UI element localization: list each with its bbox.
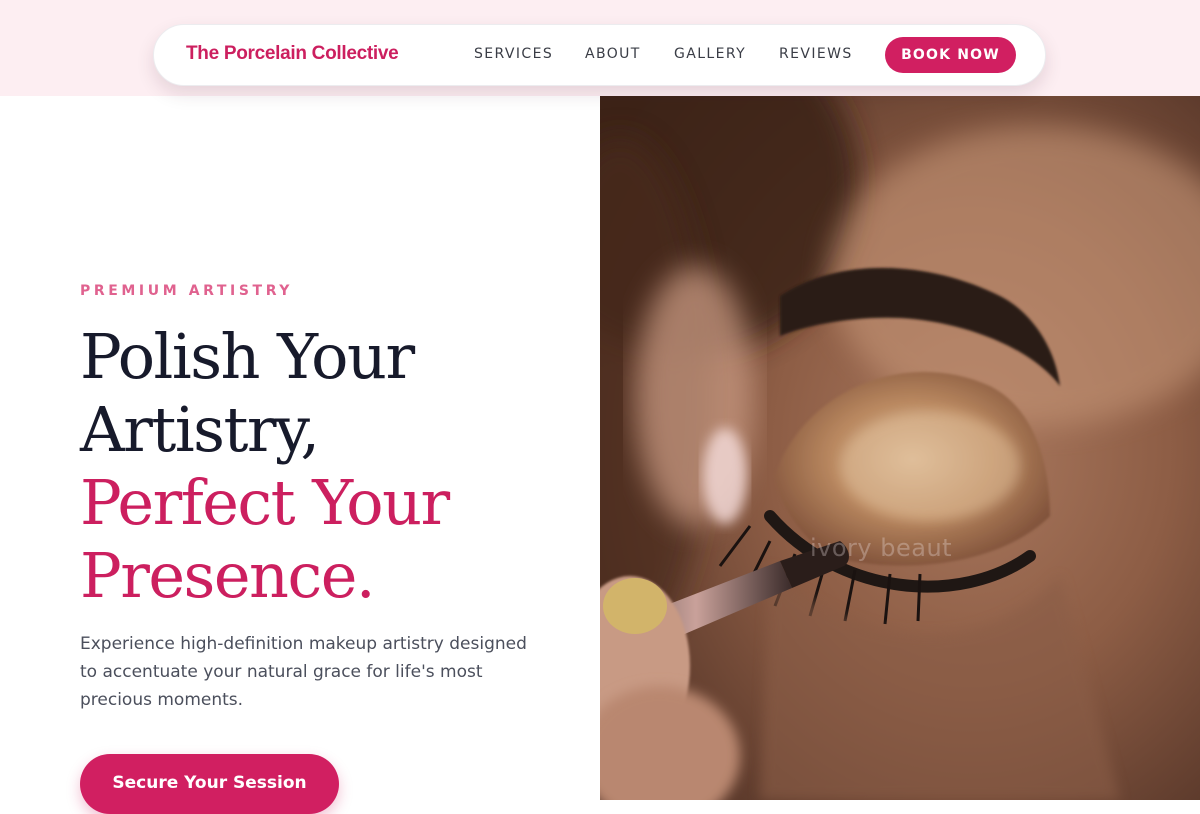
book-now-button[interactable]: BOOK NOW [885,37,1016,73]
top-navigation-bar: The Porcelain Collective SERVICES ABOUT … [153,24,1046,86]
hero-makeup-photo: ivory beaut [600,96,1200,800]
nav-link-reviews[interactable]: REVIEWS [779,46,853,62]
gold-fingernail [603,578,667,634]
shimmer-highlight [840,411,1020,521]
brand-logo-link[interactable]: The Porcelain Collective [186,43,399,65]
secure-session-button[interactable]: Secure Your Session [80,754,339,814]
headline-line-2: Artistry, [80,393,320,466]
secure-session-button-label: Secure Your Session [112,773,307,793]
hero-description: Experience high-definition makeup artist… [80,634,527,710]
nav-link-about[interactable]: ABOUT [585,46,641,62]
headline-line-3-accent: Perfect Your [80,466,450,539]
hero-headline: Polish Your Artistry, Perfect Your Prese… [80,320,450,612]
makeup-eye-closeup-illustration [600,96,1200,800]
nav-link-services[interactable]: SERVICES [474,46,553,62]
nav-link-gallery[interactable]: GALLERY [674,46,746,62]
blurred-fingernail [703,428,747,524]
hero-eyebrow-label: PREMIUM ARTISTRY [80,283,294,299]
headline-line-4-accent: Presence. [80,539,376,612]
headline-line-1: Polish Your [80,320,415,393]
photo-watermark: ivory beaut [810,534,953,562]
